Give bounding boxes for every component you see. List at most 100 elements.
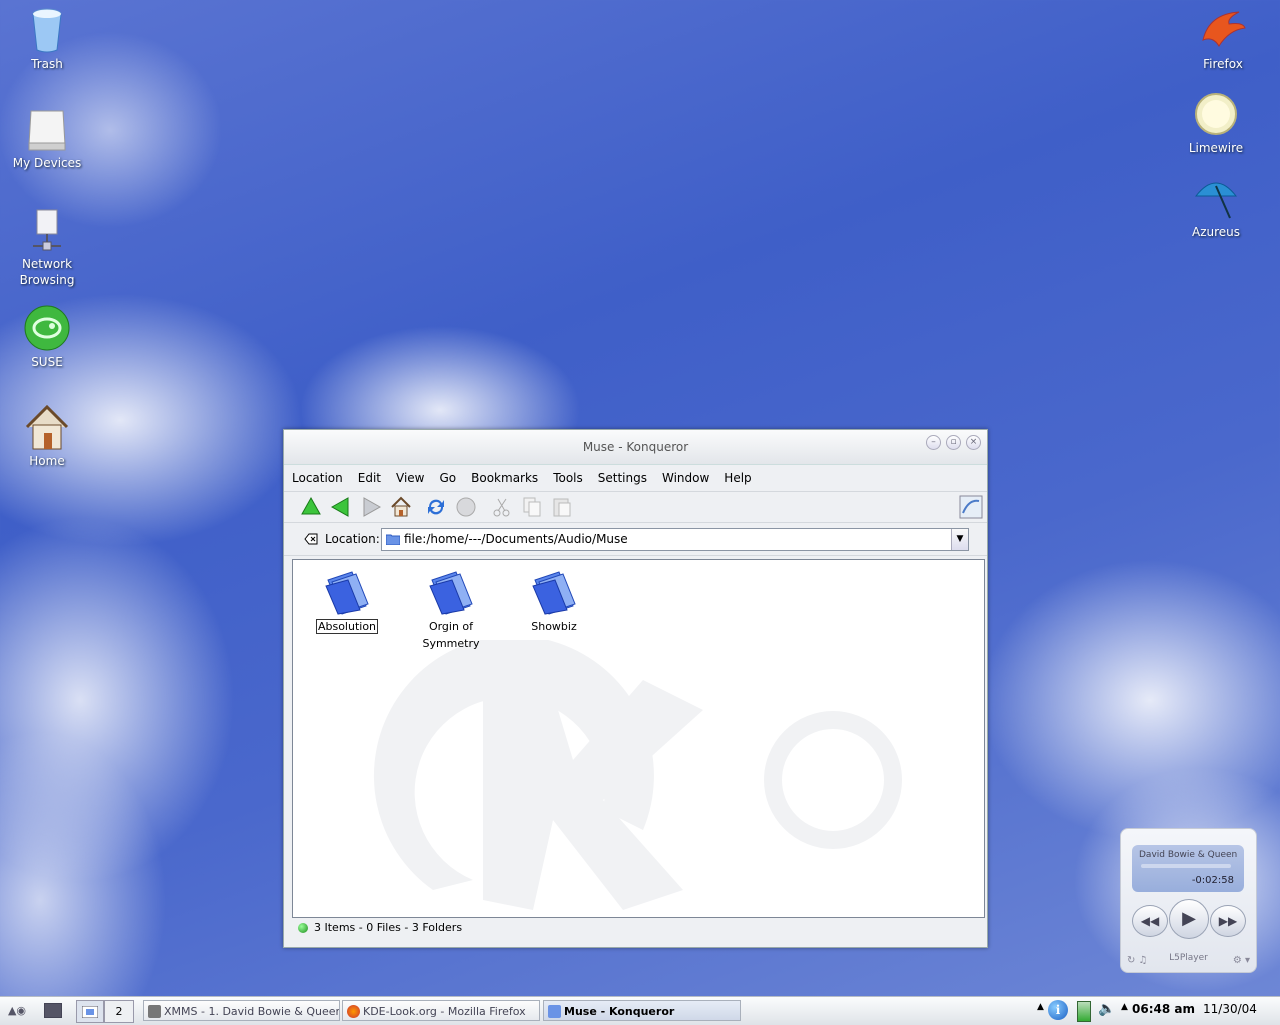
home-icon xyxy=(25,404,69,450)
desktop-icon-suse[interactable]: SUSE xyxy=(2,304,92,370)
menu-window[interactable]: Window xyxy=(662,471,709,485)
desktop-icon-label: My Devices xyxy=(12,156,82,170)
copy-icon[interactable] xyxy=(521,496,543,518)
folder-item[interactable]: Showbiz xyxy=(506,564,602,635)
player-progress[interactable] xyxy=(1141,864,1231,868)
status-text: 3 Items - 0 Files - 3 Folders xyxy=(314,921,463,934)
show-desktop-button[interactable] xyxy=(44,1003,62,1018)
desktop-icon-trash[interactable]: Trash xyxy=(2,6,92,72)
konqueror-window[interactable]: Muse - Konqueror – ▫ × Location Edit Vie… xyxy=(283,429,988,948)
desktop-icon-limewire[interactable]: Limewire xyxy=(1171,90,1261,156)
forward-arrow-icon[interactable] xyxy=(360,496,382,518)
desktop-icon-label: Trash xyxy=(31,57,63,71)
file-view[interactable]: Absolution Orgin of Symmetry Showbiz xyxy=(292,559,985,918)
home-icon[interactable] xyxy=(390,496,412,518)
menu-edit[interactable]: Edit xyxy=(358,471,381,485)
task-xmms[interactable]: XMMS - 1. David Bowie & Queen xyxy=(143,1000,340,1021)
limewire-icon xyxy=(1195,93,1237,135)
status-indicator-icon xyxy=(298,923,308,933)
menu-bar: Location Edit View Go Bookmarks Tools Se… xyxy=(284,465,987,492)
folder-item[interactable]: Orgin of Symmetry xyxy=(403,564,499,652)
desktop-icon-azureus[interactable]: Azureus xyxy=(1171,174,1261,240)
toolbar xyxy=(284,492,987,523)
firefox-icon xyxy=(1202,11,1246,47)
folder-label: Showbiz xyxy=(531,620,577,633)
drive-icon xyxy=(28,110,66,151)
reload-icon[interactable] xyxy=(425,496,447,518)
clock-date[interactable]: 11/30/04 xyxy=(1203,1002,1257,1016)
kmenu-button[interactable]: ▲◉ xyxy=(4,1000,30,1021)
back-arrow-icon[interactable] xyxy=(330,496,352,518)
info-icon[interactable]: i xyxy=(1048,1000,1068,1020)
clear-location-icon[interactable] xyxy=(304,532,318,546)
firefox-icon xyxy=(347,1005,360,1018)
menu-bookmarks[interactable]: Bookmarks xyxy=(471,471,538,485)
folder-label: Orgin of Symmetry xyxy=(422,620,480,650)
player-track: David Bowie & Queen xyxy=(1139,850,1238,860)
folder-item[interactable]: Absolution xyxy=(299,564,395,635)
play-button[interactable]: ▶ xyxy=(1169,899,1209,939)
desktop-icon-my-devices[interactable]: My Devices xyxy=(2,105,92,171)
location-bar: Location: file:/home/---/Documents/Audio… xyxy=(284,523,987,556)
suse-icon xyxy=(24,305,70,351)
menu-tools[interactable]: Tools xyxy=(553,471,583,485)
konqueror-throbber-icon xyxy=(959,495,983,519)
window-thumbnail-icon xyxy=(82,1006,98,1018)
window-title: Muse - Konqueror xyxy=(582,440,689,454)
pager-desktop-2[interactable]: 2 xyxy=(104,1000,134,1023)
media-player-widget[interactable]: David Bowie & Queen -0:02:58 ◀◀ ▶ ▶▶ ↻ ♫… xyxy=(1120,828,1257,973)
desktop-icon-firefox[interactable]: Firefox xyxy=(1178,6,1268,72)
status-bar: 3 Items - 0 Files - 3 Folders xyxy=(292,918,983,940)
folder-icon xyxy=(429,571,473,615)
pager-desktop-1[interactable] xyxy=(76,1000,104,1023)
close-button[interactable]: × xyxy=(966,435,981,450)
minimize-button[interactable]: – xyxy=(926,435,941,450)
trash-icon xyxy=(32,8,62,53)
player-time: -0:02:58 xyxy=(1191,875,1234,886)
task-label: KDE-Look.org - Mozilla Firefox xyxy=(363,1005,526,1018)
desktop-icon-label: Azureus xyxy=(1191,225,1241,239)
desktop-icon-label: SUSE xyxy=(31,355,63,369)
xmms-icon xyxy=(148,1005,161,1018)
azureus-icon xyxy=(1194,182,1238,219)
fast-forward-button[interactable]: ▶▶ xyxy=(1210,905,1246,937)
tray-expand-icon[interactable]: ▲ xyxy=(1037,1002,1044,1012)
player-menu-icon[interactable]: ⚙ ▾ xyxy=(1233,955,1250,966)
task-konqueror[interactable]: Muse - Konqueror xyxy=(543,1000,741,1021)
battery-icon[interactable] xyxy=(1077,1001,1091,1022)
taskbar: ▲◉ 2 XMMS - 1. David Bowie & Queen KDE-L… xyxy=(0,996,1280,1025)
menu-help[interactable]: Help xyxy=(724,471,751,485)
clock-expand-icon[interactable]: ▲ xyxy=(1121,1002,1128,1012)
menu-location[interactable]: Location xyxy=(292,471,343,485)
stop-icon[interactable] xyxy=(455,496,477,518)
clock-time[interactable]: 06:48 am xyxy=(1132,1002,1195,1016)
desktop-icon-label: Network Browsing xyxy=(19,257,75,287)
player-display: David Bowie & Queen -0:02:58 xyxy=(1132,845,1244,892)
desktop-icon-home[interactable]: Home xyxy=(2,403,92,469)
desktop-icon-label: Home xyxy=(29,454,65,468)
folder-icon xyxy=(532,571,576,615)
cut-icon[interactable] xyxy=(491,496,513,518)
location-input[interactable]: file:/home/---/Documents/Audio/Muse ▼ xyxy=(381,528,969,551)
location-dropdown-button[interactable]: ▼ xyxy=(951,529,968,550)
menu-view[interactable]: View xyxy=(396,471,424,485)
folder-icon xyxy=(386,534,400,545)
volume-icon[interactable]: 🔈 xyxy=(1098,1001,1115,1017)
location-value: file:/home/---/Documents/Audio/Muse xyxy=(404,532,628,546)
up-arrow-icon[interactable] xyxy=(300,496,322,518)
task-label: XMMS - 1. David Bowie & Queen xyxy=(164,1005,340,1018)
menu-settings[interactable]: Settings xyxy=(598,471,647,485)
task-firefox[interactable]: KDE-Look.org - Mozilla Firefox xyxy=(342,1000,540,1021)
desktop-icon-network-browsing[interactable]: Network Browsing xyxy=(2,206,92,288)
rewind-button[interactable]: ◀◀ xyxy=(1132,905,1168,937)
menu-go[interactable]: Go xyxy=(440,471,457,485)
folder-label: Absolution xyxy=(315,619,379,634)
desktop-icon-label: Limewire xyxy=(1188,141,1244,155)
kde-watermark-icon xyxy=(373,640,902,910)
folder-icon xyxy=(325,571,369,615)
location-label: Location: xyxy=(325,532,380,546)
title-bar[interactable]: Muse - Konqueror – ▫ × xyxy=(284,430,987,465)
paste-icon[interactable] xyxy=(551,496,573,518)
maximize-button[interactable]: ▫ xyxy=(946,435,961,450)
desktop-icon-label: Firefox xyxy=(1203,57,1243,71)
